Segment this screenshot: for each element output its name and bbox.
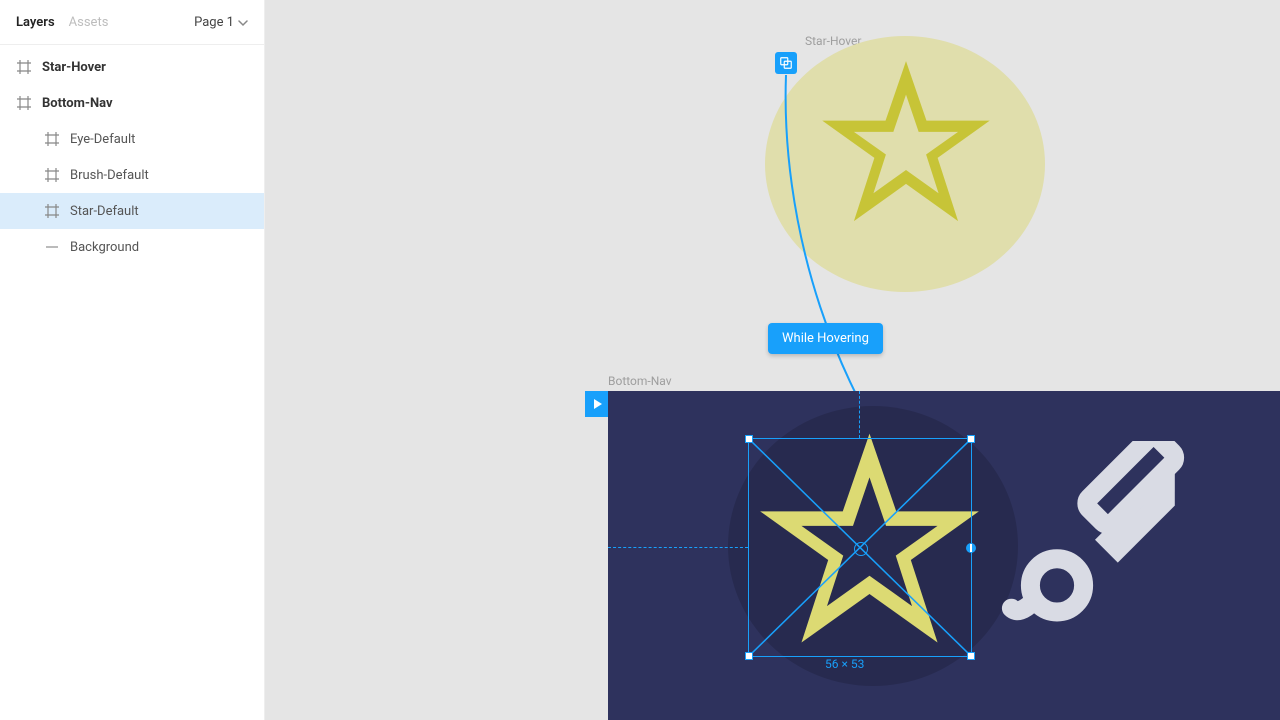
sidebar-header: Layers Assets Page 1 <box>0 0 264 45</box>
page-selector-label: Page 1 <box>194 15 234 30</box>
flow-start-icon[interactable] <box>585 391 608 417</box>
frame-label-bottom-nav[interactable]: Bottom-Nav <box>608 374 672 388</box>
layer-label: Star-Default <box>70 204 139 219</box>
layer-row-bottom-nav[interactable]: Bottom-Nav <box>0 85 264 121</box>
alignment-guide-horizontal <box>608 547 748 548</box>
layer-row-eye-default[interactable]: Eye-Default <box>0 121 264 157</box>
layer-label: Star-Hover <box>42 60 106 75</box>
frame-bottom-nav[interactable] <box>608 391 1280 720</box>
layer-label: Background <box>70 240 139 255</box>
layer-label: Eye-Default <box>70 132 135 147</box>
sidebar-tabs: Layers Assets <box>16 15 108 30</box>
layer-row-brush-default[interactable]: Brush-Default <box>0 157 264 193</box>
chevron-down-icon <box>238 17 248 27</box>
layer-list: Star-Hover Bottom-Nav Eye-Default Brush-Def… <box>0 45 264 265</box>
frame-icon <box>44 167 60 183</box>
layers-panel: Layers Assets Page 1 Star-Hover Bottom-Na… <box>0 0 265 720</box>
layer-row-star-hover[interactable]: Star-Hover <box>0 49 264 85</box>
page-selector[interactable]: Page 1 <box>194 15 248 30</box>
alignment-guide-vertical <box>859 391 860 438</box>
selection-dimensions-label: 56 × 53 <box>825 657 864 671</box>
layer-row-background[interactable]: Background <box>0 229 264 265</box>
star-default-shape[interactable] <box>743 419 996 662</box>
layer-label: Bottom-Nav <box>42 96 113 111</box>
tab-layers[interactable]: Layers <box>16 15 55 30</box>
layer-label: Brush-Default <box>70 168 149 183</box>
interaction-origin-icon[interactable] <box>775 52 797 74</box>
brush-icon[interactable] <box>1000 441 1190 631</box>
frame-icon <box>16 95 32 111</box>
layer-row-star-default[interactable]: Star-Default <box>0 193 264 229</box>
frame-icon <box>44 131 60 147</box>
rectangle-icon <box>44 239 60 255</box>
frame-icon <box>44 203 60 219</box>
tab-assets[interactable]: Assets <box>69 15 109 30</box>
interaction-trigger-label[interactable]: While Hovering <box>768 323 883 354</box>
design-canvas[interactable]: Star-Hover While Hovering Bottom-Nav <box>265 0 1280 720</box>
frame-icon <box>16 59 32 75</box>
star-hover-shape[interactable] <box>813 50 999 236</box>
